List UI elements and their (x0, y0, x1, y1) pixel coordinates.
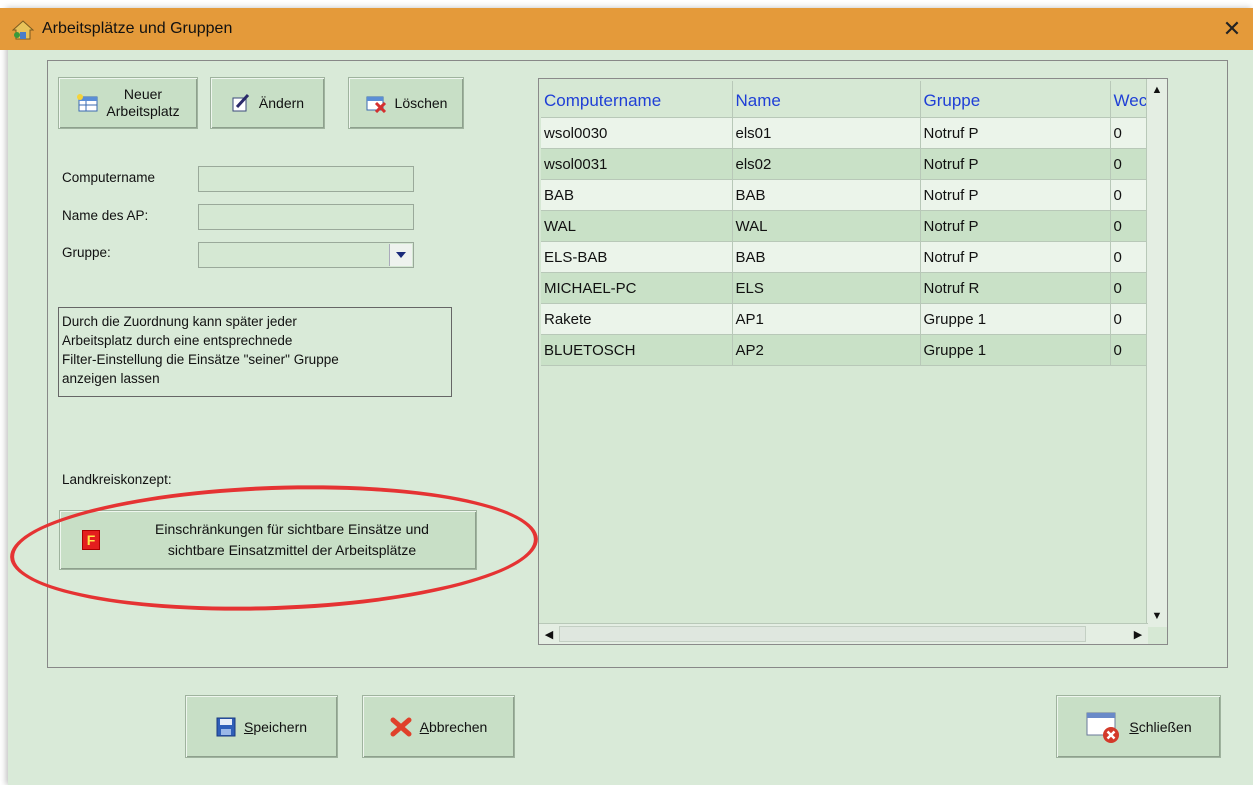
column-header-group[interactable]: Gruppe (920, 81, 1111, 118)
table-cell: Rakete (541, 303, 733, 335)
scroll-left-icon[interactable]: ◀ (540, 625, 558, 643)
ap-name-label: Name des AP: (62, 208, 149, 223)
table-row[interactable]: ELS-BAB BAB Notruf P 0 (541, 241, 1151, 273)
table-cell: Gruppe 1 (920, 334, 1111, 366)
table-cell: Notruf P (920, 117, 1111, 149)
table-cell: AP1 (732, 303, 921, 335)
column-header-name[interactable]: Name (732, 81, 921, 118)
cancel-button[interactable]: Abbrechen (362, 695, 515, 758)
table-cell: Notruf P (920, 241, 1111, 273)
window-close-icon (1086, 712, 1120, 743)
workstation-grid[interactable]: Computername Name Gruppe Wec wsol0030 el… (538, 78, 1168, 645)
close-icon[interactable]: ✕ (1219, 16, 1245, 42)
table-cell: wsol0030 (541, 117, 733, 149)
horizontal-scroll-thumb[interactable] (559, 626, 1086, 642)
close-label: chließen (1138, 718, 1192, 735)
table-row[interactable]: wsol0030 els01 Notruf P 0 (541, 117, 1151, 149)
close-mnemonic: S (1129, 718, 1139, 735)
save-label: peichern (253, 718, 308, 735)
table-cell: BAB (732, 179, 921, 211)
title-bar: Arbeitsplätze und Gruppen ✕ (0, 8, 1253, 50)
new-table-icon (77, 94, 98, 112)
vertical-scrollbar[interactable]: ▲ ▼ (1146, 79, 1167, 627)
table-cell: AP2 (732, 334, 921, 366)
scroll-up-icon[interactable]: ▲ (1148, 81, 1166, 99)
computername-field[interactable] (198, 166, 414, 192)
table-cell: 0 (1110, 272, 1151, 304)
table-cell: 0 (1110, 334, 1151, 366)
table-row[interactable]: BLUETOSCH AP2 Gruppe 1 0 (541, 334, 1151, 366)
delete-button[interactable]: Löschen (348, 77, 464, 129)
group-dropdown[interactable] (198, 242, 414, 268)
table-cell: WAL (541, 210, 733, 242)
table-row[interactable]: Rakete AP1 Gruppe 1 0 (541, 303, 1151, 335)
edit-label: Ändern (258, 95, 305, 111)
landkreis-label: Landkreiskonzept: (62, 472, 172, 487)
close-button[interactable]: Schließen (1056, 695, 1221, 758)
cancel-x-icon (390, 717, 412, 736)
table-cell: Notruf R (920, 272, 1111, 304)
floppy-disk-icon (216, 717, 236, 736)
cancel-label: bbrechen (428, 718, 488, 735)
table-cell: 0 (1110, 210, 1151, 242)
table-cell: BAB (541, 179, 733, 211)
table-cell: ELS-BAB (541, 241, 733, 273)
new-label-line1: Neuer (123, 86, 163, 102)
table-cell: ELS (732, 272, 921, 304)
delete-table-icon (366, 96, 386, 113)
table-cell: BAB (732, 241, 921, 273)
table-cell: BLUETOSCH (541, 334, 733, 366)
table-cell: els02 (732, 148, 921, 180)
workstation-table: Computername Name Gruppe Wec wsol0030 el… (541, 81, 1151, 366)
table-cell: 0 (1110, 117, 1151, 149)
chevron-down-icon[interactable] (389, 244, 412, 266)
window-title: Arbeitsplätze und Gruppen (42, 20, 233, 37)
table-row[interactable]: MICHAEL-PC ELS Notruf R 0 (541, 272, 1151, 304)
scroll-right-icon[interactable]: ▶ (1129, 625, 1147, 643)
house-icon (12, 20, 34, 40)
new-workstation-button[interactable]: Neuer Arbeitsplatz (58, 77, 198, 129)
table-cell: wsol0031 (541, 148, 733, 180)
table-cell: MICHAEL-PC (541, 272, 733, 304)
table-row[interactable]: wsol0031 els02 Notruf P 0 (541, 148, 1151, 180)
table-cell: Notruf P (920, 210, 1111, 242)
group-label: Gruppe: (62, 245, 111, 260)
edit-pencil-icon (232, 93, 250, 112)
table-cell: 0 (1110, 241, 1151, 273)
save-button[interactable]: Speichern (185, 695, 338, 758)
save-mnemonic: S (243, 718, 254, 735)
column-header-computername[interactable]: Computername (541, 81, 733, 118)
table-cell: 0 (1110, 148, 1151, 180)
table-cell: Gruppe 1 (920, 303, 1111, 335)
delete-label: Löschen (394, 95, 448, 111)
table-header-row: Computername Name Gruppe Wec (541, 81, 1151, 118)
table-cell: Notruf P (920, 148, 1111, 180)
horizontal-scrollbar[interactable]: ◀ ▶ (539, 623, 1148, 644)
ap-name-field[interactable] (198, 204, 414, 230)
computername-label: Computername (62, 170, 156, 185)
table-row[interactable]: BAB BAB Notruf P 0 (541, 179, 1151, 211)
edit-button[interactable]: Ändern (210, 77, 325, 129)
table-row[interactable]: WAL WAL Notruf P 0 (541, 210, 1151, 242)
table-cell: 0 (1110, 303, 1151, 335)
table-cell: els01 (732, 117, 921, 149)
table-cell: 0 (1110, 179, 1151, 211)
table-cell: Notruf P (920, 179, 1111, 211)
table-cell: WAL (732, 210, 921, 242)
new-label-line2: Arbeitsplatz (106, 103, 180, 119)
info-text: Durch die Zuordnung kann später jeder Ar… (58, 307, 452, 397)
scroll-down-icon[interactable]: ▼ (1148, 607, 1166, 625)
column-header-wec[interactable]: Wec (1110, 81, 1151, 118)
cancel-mnemonic: A (419, 718, 429, 735)
